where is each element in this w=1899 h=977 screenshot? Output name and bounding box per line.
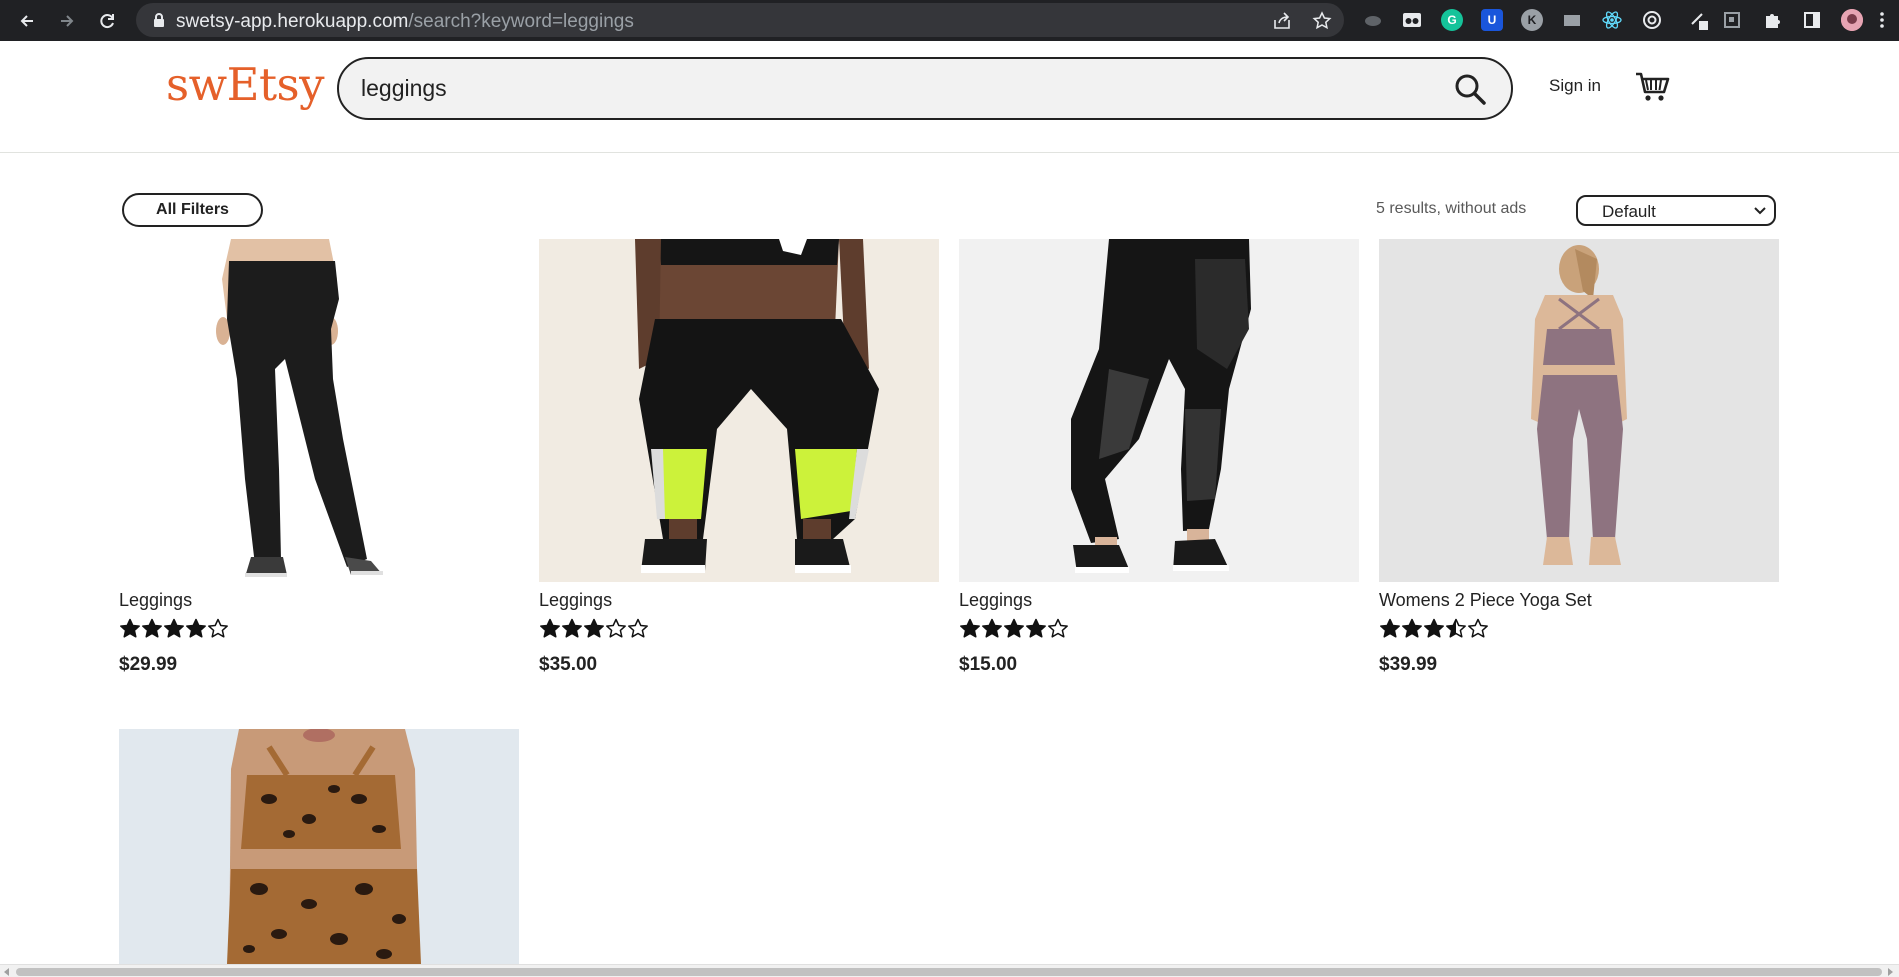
star-rating [1379, 618, 1779, 644]
product-title[interactable]: Womens 2 Piece Yoga Set [1379, 590, 1779, 612]
react-devtools-icon[interactable] [1601, 9, 1623, 31]
extension-target-icon[interactable] [1641, 9, 1663, 31]
star-empty-icon [1468, 618, 1488, 638]
extension-folder-icon[interactable] [1561, 9, 1583, 31]
side-panel-icon[interactable] [1801, 9, 1823, 31]
star-empty-icon [606, 618, 626, 638]
star-rating [119, 618, 519, 644]
star-filled-icon [142, 618, 162, 638]
sort-select[interactable]: Default [1576, 195, 1776, 226]
lock-icon [154, 13, 164, 27]
product-card[interactable]: Leggings $35.00 [539, 239, 939, 676]
product-card[interactable]: Leggings $29.99 [119, 239, 519, 676]
star-empty-icon [628, 618, 648, 638]
product-card[interactable] [119, 729, 519, 964]
forward-button[interactable] [52, 6, 82, 36]
bitwarden-icon[interactable]: U [1481, 9, 1503, 31]
back-button[interactable] [12, 6, 42, 36]
star-empty-icon [208, 618, 228, 638]
url-path: /search?keyword=leggings [408, 11, 634, 32]
forward-arrow-icon [61, 15, 74, 27]
browser-menu-icon[interactable] [1875, 9, 1889, 31]
sign-in-link[interactable]: Sign in [1549, 76, 1601, 96]
product-image-leopard-set[interactable] [119, 729, 519, 964]
reload-button[interactable] [92, 6, 122, 36]
grammarly-icon[interactable]: G [1441, 9, 1463, 31]
star-empty-icon [1048, 618, 1068, 638]
site-header: swEtsy leggings Sign in [0, 41, 1899, 153]
product-title[interactable]: Leggings [959, 590, 1359, 612]
star-filled-icon [1402, 618, 1422, 638]
star-filled-icon [540, 618, 560, 638]
star-filled-icon [120, 618, 140, 638]
product-card[interactable]: Leggings $15.00 [959, 239, 1359, 676]
star-filled-icon [1004, 618, 1024, 638]
product-image-mesh-leggings[interactable] [959, 239, 1359, 582]
scrollbar-thumb[interactable] [16, 968, 1882, 976]
product-title[interactable]: Leggings [539, 590, 939, 612]
star-filled-icon [562, 618, 582, 638]
product-price: $39.99 [1379, 654, 1438, 675]
product-title[interactable]: Leggings [119, 590, 519, 612]
star-filled-icon [1424, 618, 1444, 638]
star-rating [959, 618, 1359, 644]
product-image-black-neon-leggings[interactable] [539, 239, 939, 582]
results-count: 5 results, without ads [1376, 200, 1527, 217]
scroll-left-arrow-icon[interactable] [4, 968, 9, 976]
url-text: swetsy-app.herokuapp.com/search?keyword=… [176, 11, 634, 33]
product-price: $35.00 [539, 654, 598, 675]
reload-icon [100, 14, 114, 29]
extension-pen-icon[interactable] [1689, 9, 1711, 31]
browser-toolbar: swetsy-app.herokuapp.com/search?keyword=… [0, 0, 1899, 41]
extensions-puzzle-icon[interactable] [1761, 9, 1783, 31]
back-arrow-icon [20, 15, 33, 27]
extension-glasses-icon[interactable] [1401, 9, 1423, 31]
chevron-down-icon [1754, 207, 1766, 215]
sort-selected-value: Default [1602, 202, 1656, 221]
cart-icon[interactable] [1634, 68, 1670, 104]
star-filled-icon [584, 618, 604, 638]
star-filled-icon [1026, 618, 1046, 638]
extension-icon-1[interactable] [1362, 9, 1384, 31]
extension-frame-icon[interactable] [1721, 9, 1743, 31]
address-bar[interactable]: swetsy-app.herokuapp.com/search?keyword=… [136, 3, 1344, 37]
site-logo[interactable]: swEtsy [166, 58, 325, 111]
horizontal-scrollbar[interactable] [0, 964, 1899, 977]
star-half-icon [1446, 618, 1466, 638]
star-filled-icon [960, 618, 980, 638]
product-card[interactable]: Womens 2 Piece Yoga Set $39.99 [1379, 239, 1779, 676]
profile-avatar-icon[interactable] [1841, 9, 1863, 31]
share-icon[interactable] [1272, 11, 1292, 31]
star-filled-icon [982, 618, 1002, 638]
search-input[interactable]: leggings [361, 75, 447, 102]
search-icon[interactable] [1453, 72, 1487, 106]
product-image-black-flare-leggings[interactable] [119, 239, 519, 582]
all-filters-button[interactable]: All Filters [122, 193, 263, 227]
product-price: $15.00 [959, 654, 1018, 675]
url-host: swetsy-app.herokuapp.com [176, 11, 409, 32]
product-image-yoga-set[interactable] [1379, 239, 1779, 582]
search-bar[interactable]: leggings [337, 57, 1513, 120]
star-filled-icon [1380, 618, 1400, 638]
star-filled-icon [186, 618, 206, 638]
star-rating [539, 618, 939, 644]
scroll-right-arrow-icon[interactable] [1888, 968, 1893, 976]
bookmark-star-icon[interactable] [1312, 11, 1332, 31]
product-price: $29.99 [119, 654, 178, 675]
star-filled-icon [164, 618, 184, 638]
extension-k-icon[interactable]: K [1521, 9, 1543, 31]
